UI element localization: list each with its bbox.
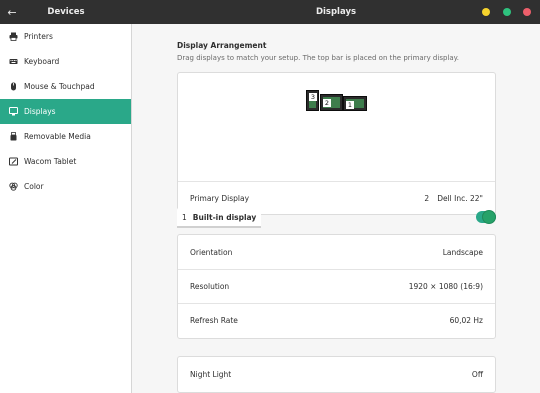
main-panel: Display Arrangement Drag displays to mat…: [133, 24, 540, 393]
primary-display-name: Dell Inc. 22": [437, 194, 483, 203]
primary-display-value: 2 Dell Inc. 22": [424, 194, 483, 203]
tab-built-in-display[interactable]: 1 Built-in display: [177, 208, 262, 228]
sidebar-item-label: Color: [24, 182, 44, 191]
monitor-number: 1: [346, 101, 354, 109]
maximize-button[interactable]: [503, 8, 511, 16]
sidebar-item-label: Mouse & Touchpad: [24, 82, 95, 91]
sidebar-item-label: Displays: [24, 107, 56, 116]
orientation-row[interactable]: Orientation Landscape: [178, 235, 495, 269]
sidebar-header: ← Devices: [0, 0, 132, 24]
night-light-card: Night Light Off: [177, 356, 496, 393]
monitor-number: 3: [309, 93, 317, 101]
tablet-icon: [8, 157, 18, 167]
resolution-label: Resolution: [190, 282, 230, 291]
orientation-label: Orientation: [190, 247, 233, 257]
display-icon: [8, 107, 18, 117]
monitor-3[interactable]: 3: [306, 90, 319, 111]
toggle-knob: [482, 210, 496, 224]
resolution-row[interactable]: Resolution 1920 × 1080 (16:9): [178, 269, 495, 303]
sidebar: Printers Keyboard Mouse & Touchpad Displ…: [0, 24, 132, 393]
display-header: 1 Built-in display: [177, 208, 496, 228]
window-title: Displays: [315, 7, 357, 17]
orientation-value: Landscape: [442, 247, 483, 257]
primary-display-label: Primary Display: [190, 194, 250, 203]
refresh-rate-row[interactable]: Refresh Rate 60,02 Hz: [178, 303, 495, 337]
sidebar-item-keyboard[interactable]: Keyboard: [0, 49, 131, 74]
monitor-number: 2: [323, 99, 331, 107]
sidebar-item-label: Printers: [24, 32, 53, 41]
monitor-2[interactable]: 2: [320, 94, 343, 111]
display-enabled-toggle[interactable]: [476, 210, 496, 224]
refresh-rate-label: Refresh Rate: [190, 316, 238, 325]
usb-drive-icon: [8, 132, 18, 142]
arrangement-canvas: 3 2 1: [178, 73, 495, 159]
title-bar: ← Devices Displays: [0, 0, 540, 24]
sidebar-item-wacom-tablet[interactable]: Wacom Tablet: [0, 149, 131, 174]
printer-icon: [8, 32, 18, 42]
sidebar-item-printers[interactable]: Printers: [0, 24, 131, 49]
display-name: Built-in display: [192, 212, 257, 222]
refresh-rate-value: 60,02 Hz: [449, 316, 483, 325]
sidebar-item-removable-media[interactable]: Removable Media: [0, 124, 131, 149]
close-button[interactable]: [523, 8, 531, 16]
sidebar-item-mouse-touchpad[interactable]: Mouse & Touchpad: [0, 74, 131, 99]
sidebar-item-label: Removable Media: [24, 132, 91, 141]
night-light-row[interactable]: Night Light Off: [178, 357, 495, 392]
panel-title: Devices: [47, 7, 85, 17]
sidebar-item-label: Wacom Tablet: [24, 157, 77, 166]
night-light-label: Night Light: [190, 370, 232, 379]
minimize-button[interactable]: [482, 8, 490, 16]
sidebar-item-label: Keyboard: [24, 57, 60, 66]
sidebar-item-color[interactable]: Color: [0, 174, 131, 199]
display-settings-card: Orientation Landscape Resolution 1920 × …: [177, 234, 496, 339]
night-light-value: Off: [471, 370, 483, 379]
primary-display-number: 2: [424, 194, 430, 203]
color-palette-icon: [8, 182, 18, 192]
resolution-value: 1920 × 1080 (16:9): [408, 282, 483, 291]
arrow-left-icon[interactable]: ←: [0, 0, 24, 24]
arrangement-subtitle: Drag displays to match your setup. The t…: [177, 54, 460, 62]
keyboard-icon: [8, 57, 18, 67]
arrangement-card: 3 2 1 Primary Display 2 Dell Inc. 22": [177, 72, 496, 215]
mouse-icon: [8, 82, 18, 92]
sidebar-item-displays[interactable]: Displays: [0, 99, 131, 124]
display-number: 1: [182, 212, 187, 222]
arrangement-title: Display Arrangement: [177, 41, 267, 50]
monitor-1[interactable]: 1: [343, 96, 367, 111]
